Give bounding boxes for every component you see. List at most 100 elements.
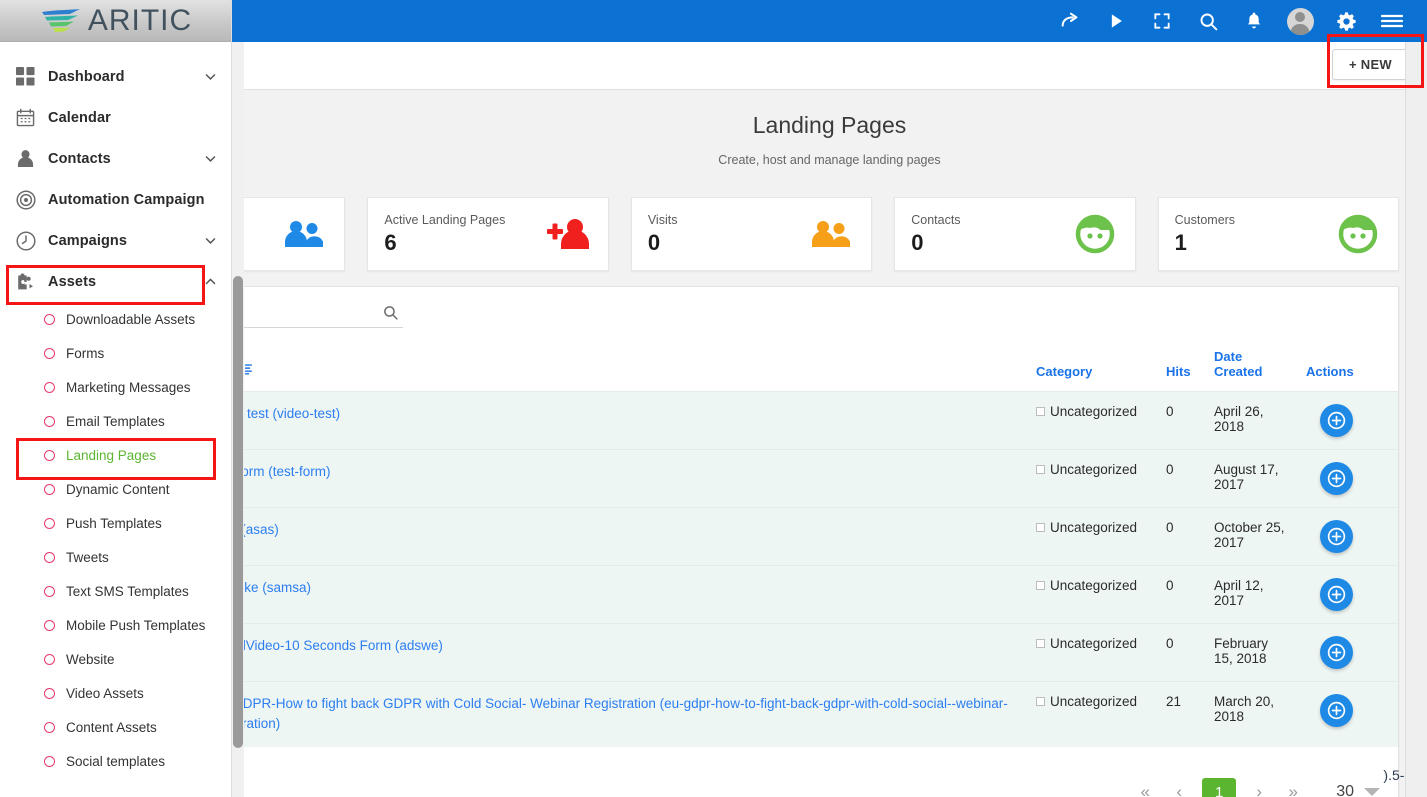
bullet-icon: [44, 687, 55, 699]
pagination-prev[interactable]: ‹: [1162, 777, 1196, 797]
table-row[interactable]: Test form (test-form) Uncategorized 0 Au…: [232, 449, 1398, 508]
row-category: Uncategorized: [1050, 462, 1138, 477]
share-icon[interactable]: [1047, 0, 1093, 42]
landing-page-link[interactable]: Video test (video-test): [232, 406, 340, 421]
brand-logo[interactable]: ARITIC: [0, 0, 231, 42]
col-date-created-label[interactable]: Date Created: [1214, 349, 1262, 379]
sidebar-item-assets[interactable]: Assets: [0, 261, 231, 302]
per-page-select[interactable]: 30: [1336, 783, 1380, 797]
row-actions-cell[interactable]: [1298, 507, 1398, 566]
sidebar-item-campaigns[interactable]: Campaigns: [0, 220, 231, 261]
sidebar-item-landing-pages[interactable]: Landing Pages: [0, 438, 231, 472]
row-actions-cell[interactable]: [1298, 565, 1398, 624]
chevron-down-icon[interactable]: [203, 70, 217, 83]
sidebar-item-push-templates[interactable]: Push Templates: [0, 506, 231, 540]
row-actions-cell[interactable]: [1298, 681, 1398, 747]
add-action-icon[interactable]: [1320, 636, 1353, 669]
stat-value: 0: [647, 229, 661, 255]
search-input[interactable]: [232, 299, 382, 326]
hamburger-menu-icon[interactable]: [1369, 0, 1415, 42]
pagination-next[interactable]: ›: [1242, 777, 1276, 797]
aritic-wing-logo-icon: [40, 8, 82, 34]
row-category: Uncategorized: [1050, 404, 1138, 419]
row-title-cell[interactable]: Video test (video-test): [232, 391, 1028, 450]
table-row[interactable]: sasa (asas) Uncategorized 0 October 25, …: [232, 507, 1398, 566]
play-icon[interactable]: [1093, 0, 1139, 42]
sidebar-item-label: Calendar: [48, 109, 111, 126]
sidebar-item-automation-campaign[interactable]: Automation Campaign: [0, 179, 231, 220]
col-category[interactable]: Category: [1028, 339, 1158, 392]
row-actions-cell[interactable]: [1298, 391, 1398, 450]
sidebar-subitem-label: Content Assets: [66, 719, 157, 735]
table-row[interactable]: Samoke (samsa) Uncategorized 0 April 12,…: [232, 565, 1398, 624]
col-hits-label[interactable]: Hits: [1166, 364, 1191, 379]
row-title-cell[interactable]: GatedVideo-10 Seconds Form (adswe): [232, 623, 1028, 682]
landing-page-link[interactable]: GatedVideo-10 Seconds Form (adswe): [232, 638, 443, 653]
row-title-cell[interactable]: EU-GDPR-How to fight back GDPR with Cold…: [232, 681, 1028, 747]
search-icon[interactable]: [1185, 0, 1231, 42]
landing-page-link[interactable]: Test form (test-form): [232, 464, 331, 479]
face-green-icon: [1334, 210, 1382, 258]
stat-card-hidden: [232, 197, 346, 271]
bullet-icon: [44, 347, 55, 359]
chevron-up-icon[interactable]: [203, 275, 217, 288]
content-scrollbar-thumb[interactable]: [233, 276, 243, 748]
sidebar-subitem-label: Marketing Messages: [66, 379, 191, 395]
landing-page-link[interactable]: EU-GDPR-How to fight back GDPR with Cold…: [232, 696, 1008, 731]
sidebar-item-dynamic-content[interactable]: Dynamic Content: [0, 472, 231, 506]
add-action-icon[interactable]: [1320, 578, 1353, 611]
pagination-current-page[interactable]: 1: [1202, 778, 1237, 797]
row-actions-cell[interactable]: [1298, 623, 1398, 682]
search-icon[interactable]: [382, 304, 399, 321]
table-row[interactable]: GatedVideo-10 Seconds Form (adswe) Uncat…: [232, 623, 1398, 682]
chevron-down-icon[interactable]: [1364, 788, 1380, 796]
table-row[interactable]: Video test (video-test) Uncategorized 0 …: [232, 391, 1398, 450]
table-row[interactable]: EU-GDPR-How to fight back GDPR with Cold…: [232, 681, 1398, 747]
people-blue-icon: [280, 210, 328, 258]
sidebar-item-mobile-push-templates[interactable]: Mobile Push Templates: [0, 608, 231, 642]
col-title[interactable]: Title: [232, 339, 1028, 392]
fullscreen-icon[interactable]: [1139, 0, 1185, 42]
sidebar-item-tweets[interactable]: Tweets: [0, 540, 231, 574]
sidebar-item-email-templates[interactable]: Email Templates: [0, 404, 231, 438]
sidebar-subitem-label: Email Templates: [66, 413, 165, 429]
gear-icon[interactable]: [1323, 0, 1369, 42]
sidebar-item-video-assets[interactable]: Video Assets: [0, 676, 231, 710]
col-hits[interactable]: Hits: [1158, 339, 1206, 392]
row-title-cell[interactable]: Test form (test-form): [232, 449, 1028, 508]
sidebar-item-website[interactable]: Website: [0, 642, 231, 676]
sidebar-subitem-label: Downloadable Assets: [66, 311, 196, 327]
sidebar-item-label: Automation Campaign: [48, 191, 205, 208]
row-title-cell[interactable]: Samoke (samsa): [232, 565, 1028, 624]
pagination-first[interactable]: «: [1128, 777, 1162, 797]
row-actions-cell[interactable]: [1298, 449, 1398, 508]
chevron-down-icon[interactable]: [203, 234, 217, 247]
row-date-cell: March 20, 2018: [1206, 681, 1298, 747]
pagination-last[interactable]: »: [1276, 777, 1310, 797]
sidebar-subitem-label: Social templates: [66, 753, 166, 769]
avatar[interactable]: [1277, 0, 1323, 42]
add-action-icon[interactable]: [1320, 462, 1353, 495]
sidebar-item-downloadable-assets[interactable]: Downloadable Assets: [0, 302, 231, 336]
add-action-icon[interactable]: [1320, 404, 1353, 437]
search-box[interactable]: [232, 298, 403, 328]
row-title-cell[interactable]: sasa (asas): [232, 507, 1028, 566]
sidebar-item-social-templates[interactable]: Social templates: [0, 744, 231, 778]
row-date-cell: April 26, 2018: [1206, 391, 1298, 450]
col-category-label[interactable]: Category: [1036, 364, 1092, 379]
sidebar-item-calendar[interactable]: Calendar: [0, 97, 231, 138]
sidebar-item-content-assets[interactable]: Content Assets: [0, 710, 231, 744]
sidebar-subitem-label: Website: [66, 651, 115, 667]
sidebar-item-marketing-messages[interactable]: Marketing Messages: [0, 370, 231, 404]
new-button[interactable]: + NEW: [1331, 49, 1409, 80]
add-action-icon[interactable]: [1320, 520, 1353, 553]
col-date-created[interactable]: Date Created: [1206, 339, 1298, 392]
stat-value: 1: [1174, 229, 1187, 255]
notifications-bell-icon[interactable]: [1231, 0, 1277, 42]
chevron-down-icon[interactable]: [203, 152, 217, 165]
add-action-icon[interactable]: [1320, 694, 1353, 727]
sidebar-item-forms[interactable]: Forms: [0, 336, 231, 370]
sidebar-item-text-sms-templates[interactable]: Text SMS Templates: [0, 574, 231, 608]
sidebar-item-contacts[interactable]: Contacts: [0, 138, 231, 179]
sidebar-item-dashboard[interactable]: Dashboard: [0, 56, 231, 97]
